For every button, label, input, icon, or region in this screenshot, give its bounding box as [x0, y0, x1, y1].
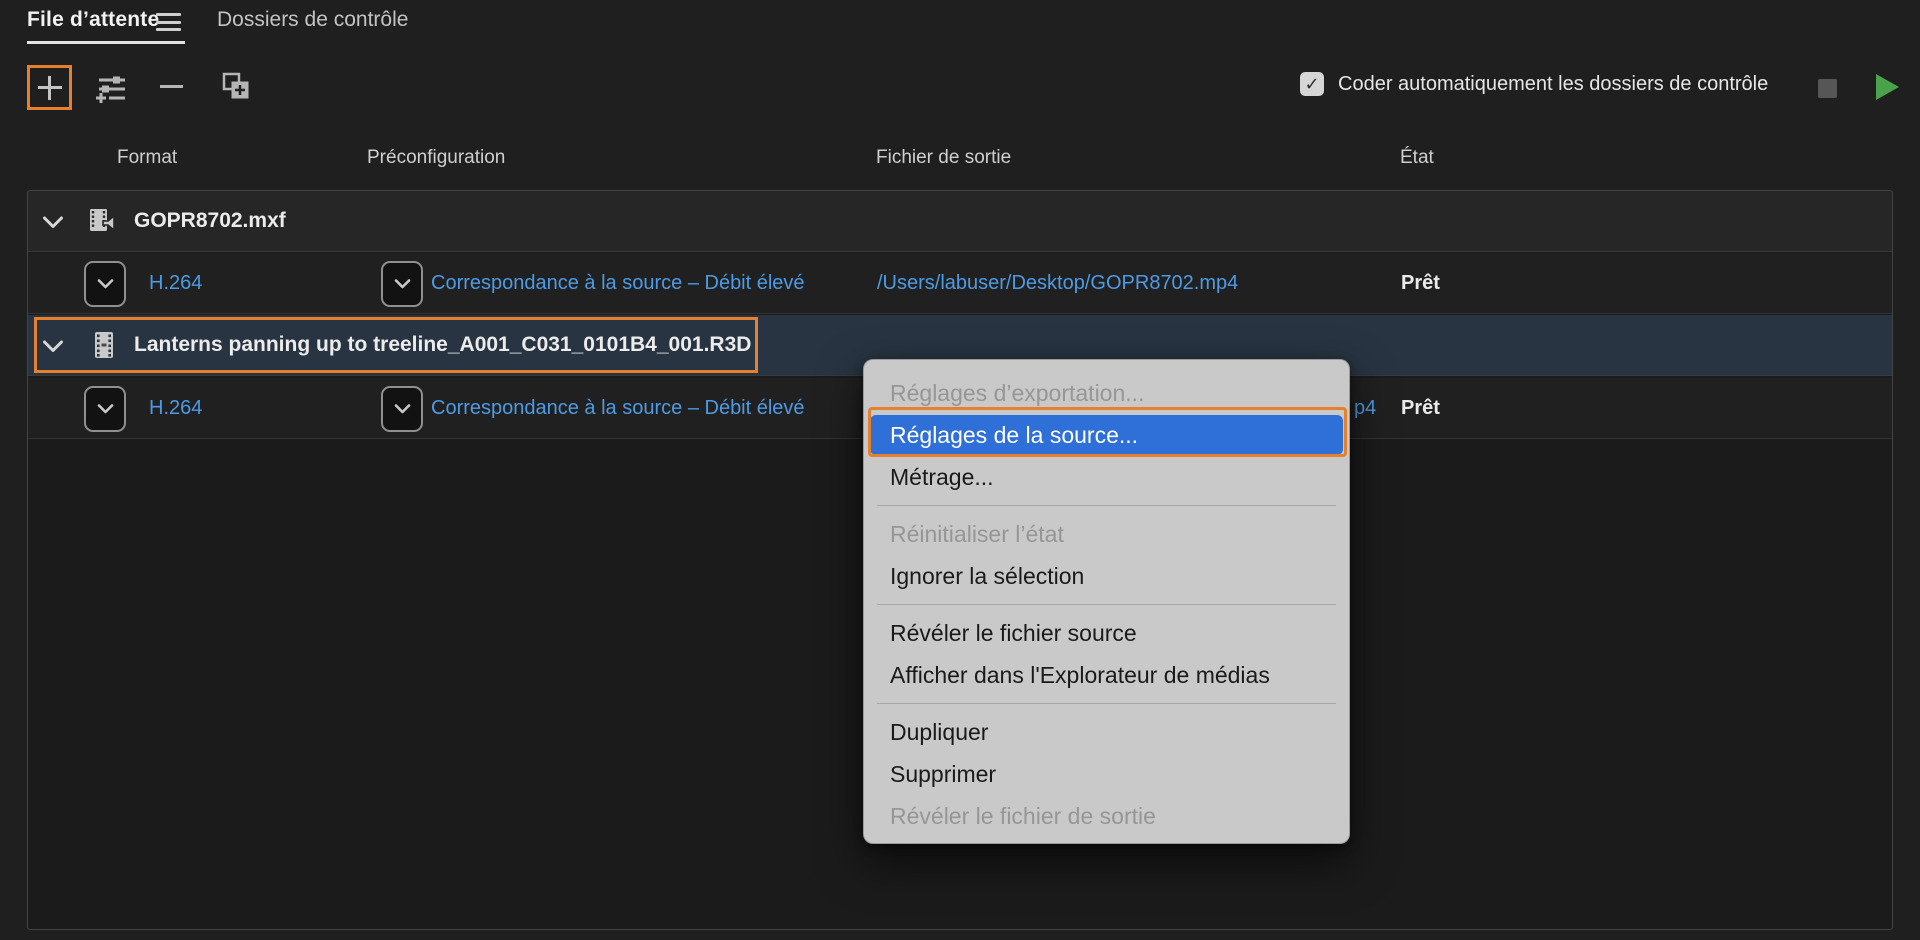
format-link[interactable]: H.264 — [149, 253, 202, 313]
menu-item-delete[interactable]: Supprimer — [864, 753, 1349, 795]
chevron-down-icon — [97, 279, 113, 289]
chevron-down-icon — [97, 404, 113, 414]
status-label: Prêt — [1401, 271, 1440, 294]
source-name: Lanterns panning up to treeline_A001_C03… — [134, 333, 752, 356]
menu-separator — [877, 505, 1336, 506]
menu-item-metrage[interactable]: Métrage... — [864, 456, 1349, 498]
panel-menu-icon[interactable] — [156, 13, 181, 32]
column-header-preset: Préconfiguration — [367, 147, 506, 168]
output-row[interactable]: H.264 Correspondance à la source – Débit… — [28, 253, 1892, 314]
format-dropdown[interactable] — [84, 261, 126, 307]
format-link[interactable]: H.264 — [149, 378, 202, 438]
menu-item-skip-selection[interactable]: Ignorer la sélection — [864, 555, 1349, 597]
column-header-format: Format — [117, 147, 178, 168]
source-name: GOPR8702.mxf — [134, 209, 286, 232]
source-row-gopr8702[interactable]: GOPR8702.mxf — [28, 191, 1892, 252]
menu-item-reveal-source-file[interactable]: Révéler le fichier source — [864, 612, 1349, 654]
menu-item-source-settings[interactable]: Réglages de la source... — [870, 415, 1343, 455]
auto-encode-label: Coder automatiquement les dossiers de co… — [1338, 72, 1769, 95]
chevron-down-icon[interactable] — [42, 216, 64, 229]
add-source-button[interactable] — [27, 65, 72, 110]
queue-column-headers: Format Préconfiguration Fichier de sorti… — [0, 147, 1920, 171]
panel-tab-bar: File d’attente Dossiers de contrôle — [0, 0, 1920, 52]
status-label: Prêt — [1401, 396, 1440, 419]
chevron-down-icon — [394, 404, 410, 414]
media-encoder-queue-panel: File d’attente Dossiers de contrôle ✓ Co… — [0, 0, 1920, 940]
chevron-down-icon — [394, 279, 410, 289]
start-queue-button[interactable] — [1876, 74, 1899, 100]
film-clip-icon — [95, 332, 113, 358]
tab-watch-folders[interactable]: Dossiers de contrôle — [217, 8, 408, 32]
menu-separator — [877, 604, 1336, 605]
tab-queue[interactable]: File d’attente — [27, 8, 159, 32]
column-header-status: État — [1400, 147, 1434, 168]
auto-encode-checkbox[interactable]: ✓ — [1300, 72, 1324, 96]
remove-source-icon[interactable] — [160, 85, 183, 88]
preset-link[interactable]: Correspondance à la source – Débit élevé — [431, 253, 805, 313]
preset-dropdown[interactable] — [381, 386, 423, 432]
output-file-link-partial[interactable]: p4 — [1354, 378, 1376, 438]
output-file-link[interactable]: /Users/labuser/Desktop/GOPR8702.mp4 — [877, 253, 1238, 313]
auto-encode-control: ✓ Coder automatiquement les dossiers de … — [1300, 72, 1768, 96]
duplicate-icon[interactable] — [222, 72, 250, 100]
preset-dropdown[interactable] — [381, 261, 423, 307]
stop-queue-button[interactable] — [1818, 79, 1837, 98]
active-tab-underline — [27, 41, 185, 44]
format-dropdown[interactable] — [84, 386, 126, 432]
chevron-down-icon[interactable] — [42, 340, 64, 353]
video-audio-clip-icon — [90, 209, 115, 232]
plus-icon — [37, 75, 62, 100]
menu-item-reset-status: Réinitialiser l’état — [890, 521, 1064, 547]
queue-toolbar: ✓ Coder automatiquement les dossiers de … — [0, 58, 1920, 120]
context-menu: Réglages d’exportation... Réglages de la… — [863, 359, 1350, 844]
menu-item-export-settings: Réglages d’exportation... — [890, 380, 1145, 406]
menu-item-show-in-media-browser[interactable]: Afficher dans l'Explorateur de médias — [864, 654, 1349, 696]
menu-item-reveal-output-file: Révéler le fichier de sortie — [890, 803, 1156, 829]
column-header-output-file: Fichier de sortie — [876, 147, 1012, 168]
preset-link[interactable]: Correspondance à la source – Débit élevé — [431, 378, 805, 438]
menu-item-duplicate[interactable]: Dupliquer — [864, 711, 1349, 753]
menu-separator — [877, 703, 1336, 704]
add-output-sliders-icon[interactable] — [96, 74, 128, 104]
